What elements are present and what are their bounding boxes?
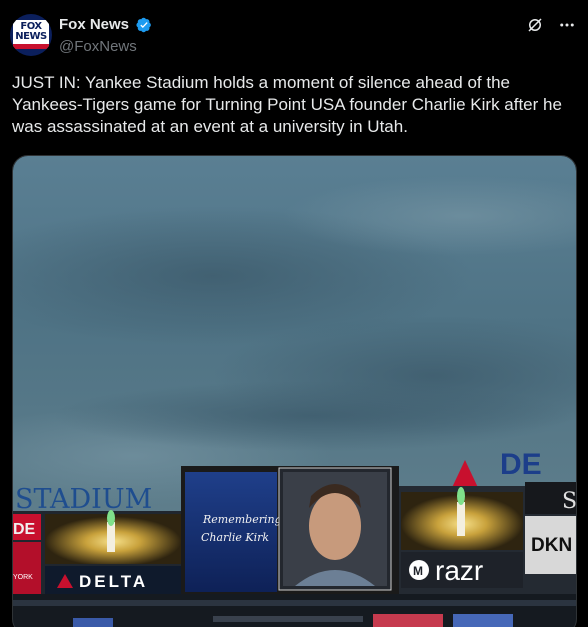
svg-text:M: M	[413, 564, 423, 578]
left-banner-fragment: DE	[13, 521, 36, 538]
stadium-lower-deck	[13, 594, 576, 627]
more-icon[interactable]	[558, 16, 576, 34]
display-name[interactable]: Fox News	[59, 16, 129, 33]
tweet-photo[interactable]: STADIUM DE YORK DELTA Remembering Charli…	[12, 155, 577, 627]
header-actions	[526, 16, 576, 34]
avatar[interactable]: FOX NEWS	[10, 14, 52, 56]
portrait-face	[309, 492, 361, 560]
logo-red-bar	[13, 44, 49, 49]
stadium-photo: STADIUM DE YORK DELTA Remembering Charli…	[13, 156, 577, 627]
fox-news-logo-text: FOX NEWS	[15, 21, 47, 42]
razr-sign: razr	[435, 555, 483, 586]
dkny-sign: DKN	[531, 535, 572, 556]
tweet-text: JUST IN: Yankee Stadium holds a moment o…	[12, 73, 562, 136]
right-s-sign: S	[562, 489, 577, 514]
tribute-line-1: Remembering	[202, 513, 282, 526]
delta-left-sign: DELTA	[79, 572, 148, 591]
handle[interactable]: @FoxNews	[59, 38, 152, 55]
stadium-sign: STADIUM	[15, 484, 152, 515]
tribute-scoreboard: Remembering Charlie Kirk	[181, 466, 399, 596]
author-block: Fox News @FoxNews	[59, 16, 152, 55]
tweet: FOX NEWS Fox News @FoxNews JUST IN: Yank…	[0, 0, 588, 627]
york-fragment: YORK	[13, 574, 33, 581]
tribute-line-2: Charlie Kirk	[201, 531, 269, 544]
grok-icon[interactable]	[526, 16, 544, 34]
delta-right-sign: DE	[500, 448, 542, 481]
verified-badge-icon	[136, 17, 152, 32]
